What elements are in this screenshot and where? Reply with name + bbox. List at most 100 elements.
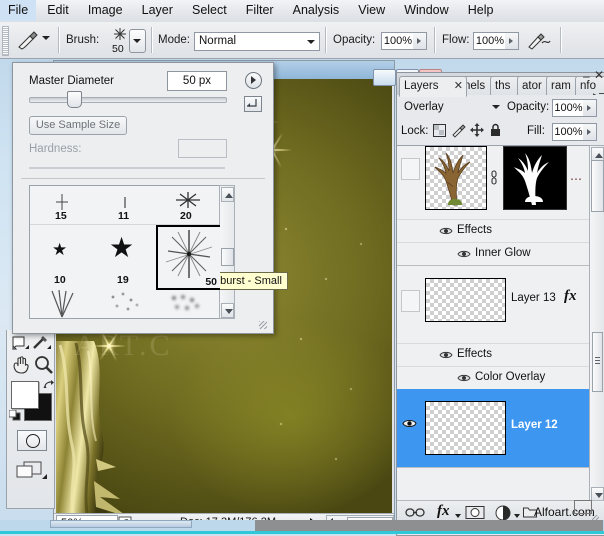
master-diameter-slider[interactable] bbox=[29, 97, 227, 103]
fx-dropdown-arrow-icon[interactable] bbox=[455, 514, 461, 518]
layer-name[interactable]: Layer 12 bbox=[511, 419, 558, 431]
flow-input[interactable]: 100% bbox=[473, 32, 507, 50]
brush-preset-cell[interactable]: 20 bbox=[156, 186, 220, 225]
menu-item-filter[interactable]: Filter bbox=[238, 0, 282, 21]
tab-layers[interactable]: Layers ✕ bbox=[399, 76, 467, 97]
brush-preset-cell[interactable]: ★ 10 bbox=[30, 225, 94, 288]
brush-preset-cell[interactable] bbox=[156, 287, 220, 318]
brush-preset-cell[interactable] bbox=[30, 287, 94, 318]
taskbar-item[interactable] bbox=[50, 520, 192, 528]
eye-icon[interactable] bbox=[457, 249, 471, 259]
layer-visibility-toggle[interactable] bbox=[401, 413, 418, 433]
scroll-down-arrow-icon[interactable] bbox=[221, 303, 234, 318]
brush-tool-icon[interactable] bbox=[16, 29, 40, 51]
menu-item-layer[interactable]: Layer bbox=[134, 0, 181, 21]
menu-item-help[interactable]: Help bbox=[460, 0, 502, 21]
foreground-color-swatch[interactable] bbox=[11, 381, 39, 409]
layer-opacity-slider-button[interactable] bbox=[583, 99, 597, 117]
brush-preset-cell[interactable]: ★ 19 bbox=[93, 225, 157, 288]
layers-scroll-thumb[interactable] bbox=[591, 160, 604, 212]
close-icon[interactable]: ✕ bbox=[454, 77, 463, 95]
table-row[interactable]: ⋯ bbox=[397, 146, 604, 214]
scroll-up-arrow-icon[interactable] bbox=[591, 147, 604, 161]
blend-mode-select[interactable]: Normal bbox=[194, 32, 320, 51]
minimize-button[interactable] bbox=[373, 69, 396, 86]
layer-mask-thumbnail[interactable] bbox=[503, 146, 567, 210]
table-row[interactable]: Effects bbox=[397, 219, 604, 243]
lock-all-icon[interactable] bbox=[489, 123, 502, 137]
link-layers-icon[interactable] bbox=[405, 505, 425, 520]
options-bar-grip[interactable] bbox=[2, 26, 9, 56]
adjustment-dropdown-arrow-icon[interactable] bbox=[514, 514, 520, 518]
lock-transparent-icon[interactable] bbox=[433, 124, 446, 137]
menu-item-image[interactable]: Image bbox=[80, 0, 131, 21]
table-row-selected[interactable]: Layer 12 bbox=[397, 389, 604, 467]
hand-tool-icon[interactable] bbox=[10, 354, 32, 376]
menu-item-edit[interactable]: Edit bbox=[39, 0, 77, 21]
zoom-tool-icon[interactable] bbox=[33, 354, 55, 376]
quick-mask-icon[interactable] bbox=[17, 430, 47, 451]
layer-name[interactable]: Layer 13 bbox=[511, 292, 556, 304]
menu-item-view[interactable]: View bbox=[350, 0, 393, 21]
popup-resize-grip[interactable] bbox=[259, 321, 267, 329]
brush-grid-scroll-thumb[interactable] bbox=[221, 248, 234, 266]
menu-item-analysis[interactable]: Analysis bbox=[285, 0, 348, 21]
table-row[interactable]: Inner Glow bbox=[397, 242, 604, 266]
new-preset-icon[interactable] bbox=[244, 96, 262, 112]
brush-preset-picker-button[interactable] bbox=[129, 29, 146, 53]
table-row[interactable]: Color Overlay bbox=[397, 366, 604, 390]
link-mask-icon[interactable] bbox=[489, 170, 499, 186]
layer-blend-mode-select[interactable]: Overlay bbox=[401, 98, 506, 116]
table-row[interactable]: Effects bbox=[397, 343, 604, 367]
layer-thumbnail[interactable] bbox=[425, 401, 506, 455]
panel-menu-icon[interactable] bbox=[245, 72, 262, 89]
brush-preset-cell[interactable]: 11 bbox=[93, 186, 157, 225]
scroll-up-arrow-icon[interactable] bbox=[221, 187, 234, 202]
layer-thumbnail[interactable] bbox=[425, 278, 506, 322]
menu-item-file[interactable]: File bbox=[0, 0, 37, 21]
layer-thumbnail[interactable] bbox=[425, 146, 487, 210]
layers-list-empty-area[interactable] bbox=[397, 467, 604, 501]
add-mask-icon[interactable] bbox=[465, 505, 485, 520]
eye-icon[interactable] bbox=[439, 226, 453, 236]
brush-preset-cell[interactable] bbox=[93, 287, 157, 318]
layers-scroll-thumb-lower[interactable] bbox=[592, 332, 603, 392]
lock-position-icon[interactable] bbox=[470, 123, 484, 137]
screen-mode-icon[interactable] bbox=[15, 460, 48, 482]
flow-slider-button[interactable] bbox=[505, 32, 519, 50]
panel-close-icon[interactable]: ✕ bbox=[594, 68, 604, 82]
opacity-input[interactable]: 100% bbox=[381, 32, 415, 50]
brush-preset-cell[interactable]: 15 bbox=[30, 186, 94, 225]
new-layer-icon[interactable] bbox=[574, 500, 592, 514]
panel-minimize-icon[interactable]: – bbox=[583, 69, 590, 83]
layer-visibility-toggle[interactable] bbox=[401, 290, 420, 312]
master-diameter-slider-knob[interactable] bbox=[67, 91, 82, 108]
airbrush-icon[interactable] bbox=[527, 31, 551, 51]
layers-list[interactable]: ⋯ Effects Inner Glow Layer 13 fx Effects… bbox=[397, 145, 604, 501]
brush-preset-cell-starburst-small[interactable]: 50 bbox=[156, 225, 220, 290]
eye-icon[interactable] bbox=[457, 373, 471, 383]
layer-fill-slider-button[interactable] bbox=[583, 123, 597, 141]
lock-image-icon[interactable] bbox=[451, 123, 466, 138]
default-colors-icon[interactable] bbox=[8, 409, 21, 421]
opacity-slider-button[interactable] bbox=[413, 32, 427, 50]
fx-icon[interactable]: fx bbox=[564, 288, 577, 305]
brush-tool-preset-arrow-icon[interactable] bbox=[42, 36, 50, 40]
use-sample-size-button[interactable]: Use Sample Size bbox=[29, 116, 127, 135]
layer-visibility-toggle[interactable] bbox=[401, 158, 420, 180]
table-row[interactable]: Layer 13 fx bbox=[397, 265, 604, 344]
brush-preset-grid[interactable]: 15 11 20 ★ 10 ★ 19 50 bbox=[29, 185, 221, 319]
layers-scrollbar[interactable] bbox=[589, 145, 604, 502]
master-diameter-input[interactable]: 50 px bbox=[167, 71, 227, 91]
layer-fill-input[interactable]: 100% bbox=[552, 123, 585, 141]
menu-item-select[interactable]: Select bbox=[184, 0, 235, 21]
note-tool-icon[interactable] bbox=[9, 332, 30, 352]
hardness-slider[interactable] bbox=[29, 167, 225, 169]
layer-style-fx-icon[interactable]: fx bbox=[437, 503, 450, 520]
swap-colors-icon[interactable] bbox=[43, 379, 55, 391]
eye-icon[interactable] bbox=[439, 350, 453, 360]
eyedropper-tool-icon[interactable] bbox=[31, 332, 52, 352]
brush-grid-scrollbar[interactable] bbox=[219, 185, 235, 319]
layer-opacity-input[interactable]: 100% bbox=[552, 99, 585, 117]
hardness-input[interactable] bbox=[178, 139, 227, 158]
